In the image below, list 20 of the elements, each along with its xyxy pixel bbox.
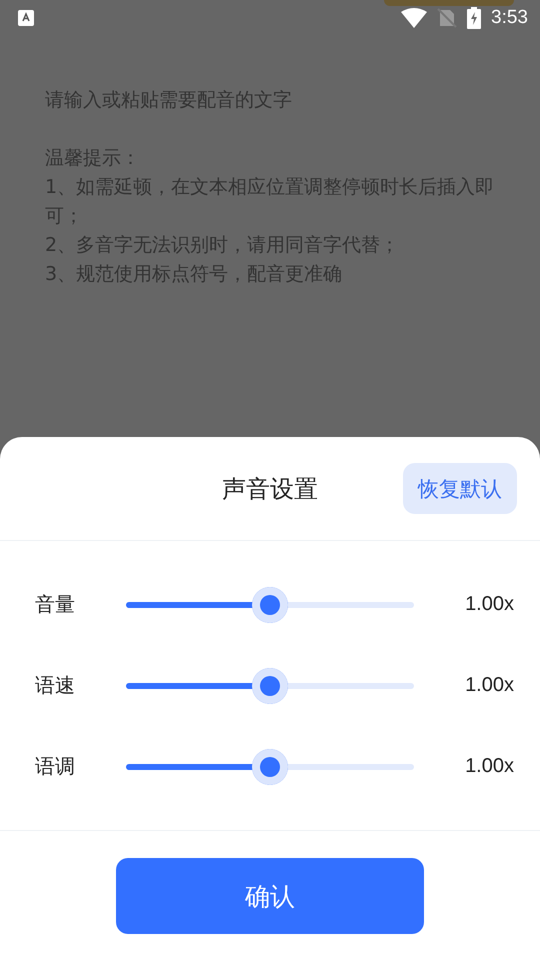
wifi-icon (401, 8, 428, 28)
battery-charging-icon (467, 7, 482, 29)
slider-label: 语调 (35, 753, 76, 780)
no-sim-icon (437, 8, 458, 28)
slider-value: 1.00x (465, 674, 514, 697)
slider-value: 1.00x (465, 593, 514, 616)
slider-thumb[interactable] (252, 668, 288, 704)
slider-label: 语速 (35, 672, 76, 699)
slider-track[interactable] (126, 748, 414, 784)
slider-track[interactable] (126, 586, 414, 622)
slider-value: 1.00x (465, 755, 514, 778)
keyboard-icon (18, 10, 34, 26)
slider-track[interactable] (126, 668, 414, 704)
slider-thumb[interactable] (252, 748, 288, 784)
sheet-title: 声音设置 (222, 474, 318, 504)
reset-button[interactable]: 恢复默认 (403, 463, 517, 514)
slider-thumb[interactable] (252, 586, 288, 622)
confirm-button[interactable]: 确认 (116, 858, 424, 934)
status-time: 3:53 (491, 7, 528, 29)
slider-label: 音量 (35, 591, 76, 618)
